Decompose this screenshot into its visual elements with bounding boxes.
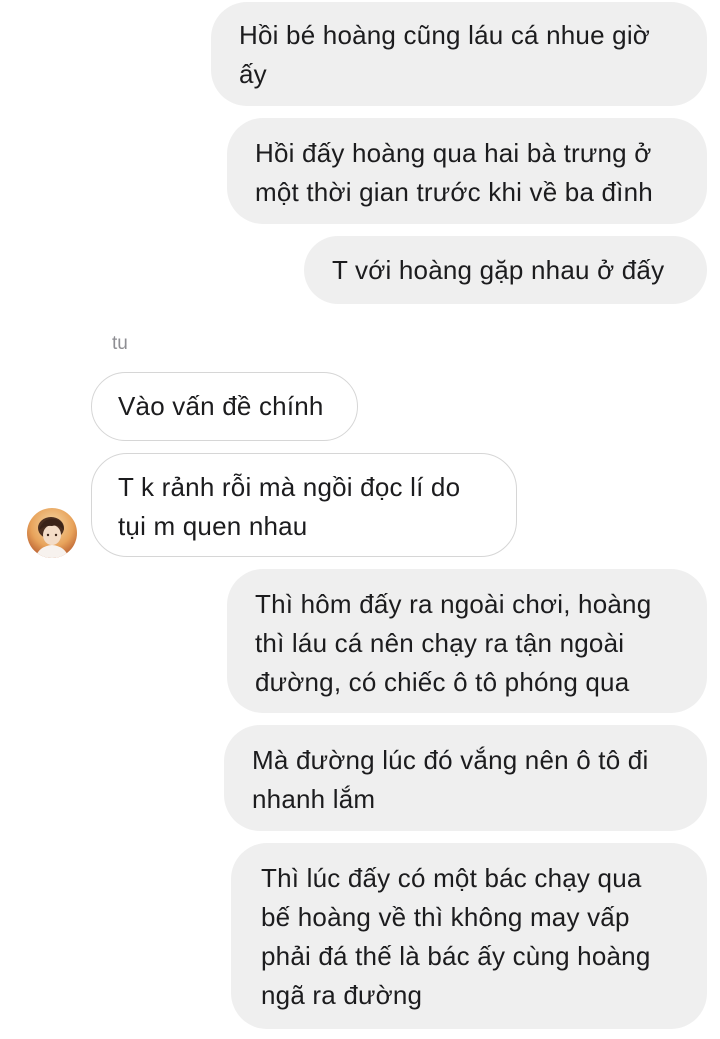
outgoing-message[interactable]: T với hoàng gặp nhau ở đấy bbox=[304, 236, 707, 304]
avatar-photo-icon bbox=[27, 508, 77, 558]
contact-avatar[interactable] bbox=[27, 508, 77, 558]
outgoing-message[interactable]: Thì lúc đấy có một bác chạy qua bế hoàng… bbox=[231, 843, 707, 1029]
incoming-message[interactable]: T k rảnh rỗi mà ngồi đọc lí do tụi m que… bbox=[91, 453, 517, 557]
incoming-message[interactable]: Vào vấn đề chính bbox=[91, 372, 358, 441]
outgoing-message[interactable]: Hồi đấy hoàng qua hai bà trưng ở một thờ… bbox=[227, 118, 707, 224]
outgoing-message[interactable]: Thì hôm đấy ra ngoài chơi, hoàng thì láu… bbox=[227, 569, 707, 713]
sender-name: tu bbox=[112, 333, 128, 354]
outgoing-message[interactable]: Mà đường lúc đó vắng nên ô tô đi nhanh l… bbox=[224, 725, 707, 831]
outgoing-message[interactable]: Hồi bé hoàng cũng láu cá nhue giờ ấy bbox=[211, 2, 707, 106]
